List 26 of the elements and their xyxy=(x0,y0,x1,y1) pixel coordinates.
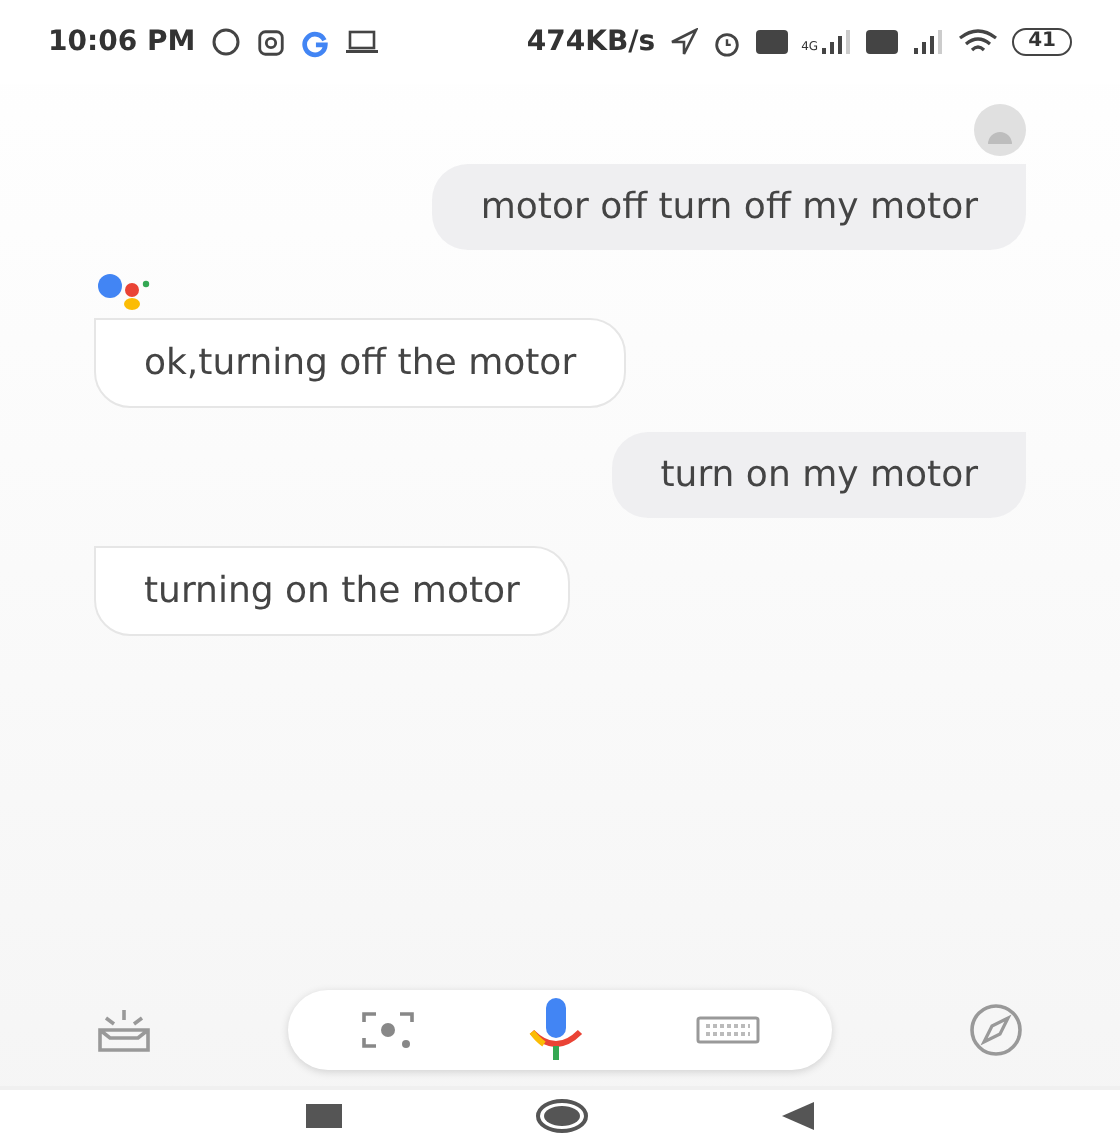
sim-icon xyxy=(866,30,899,54)
keyboard-icon xyxy=(696,1016,760,1044)
microphone-icon xyxy=(526,996,586,1064)
alarm-icon xyxy=(711,27,742,57)
g-logo-icon xyxy=(299,27,330,57)
user-message: turn on my motor xyxy=(612,432,1026,518)
back-button-icon xyxy=(782,1102,814,1130)
signal-icon xyxy=(820,30,853,54)
home-button-icon xyxy=(534,1098,590,1134)
camera-icon xyxy=(255,27,286,57)
updates-tray-icon xyxy=(94,1006,154,1054)
location-arrow-icon xyxy=(669,28,698,56)
assistant-message: turning on the motor xyxy=(94,546,570,636)
assistant-message: ok,turning off the motor xyxy=(94,318,627,408)
signal-icon xyxy=(912,30,945,54)
recents-button-icon xyxy=(306,1104,342,1128)
network-speed: 474KB/s xyxy=(526,23,656,61)
laptop-icon xyxy=(343,28,380,56)
lens-icon xyxy=(360,1006,416,1054)
compass-icon xyxy=(966,1000,1026,1060)
wifi-icon xyxy=(958,28,999,56)
status-time: 10:06 PM xyxy=(48,23,196,61)
battery-indicator: 41 xyxy=(1012,28,1072,56)
avatar[interactable] xyxy=(974,104,1026,156)
sim-icon xyxy=(755,30,788,54)
user-message: motor off turn off my motor xyxy=(432,164,1026,250)
